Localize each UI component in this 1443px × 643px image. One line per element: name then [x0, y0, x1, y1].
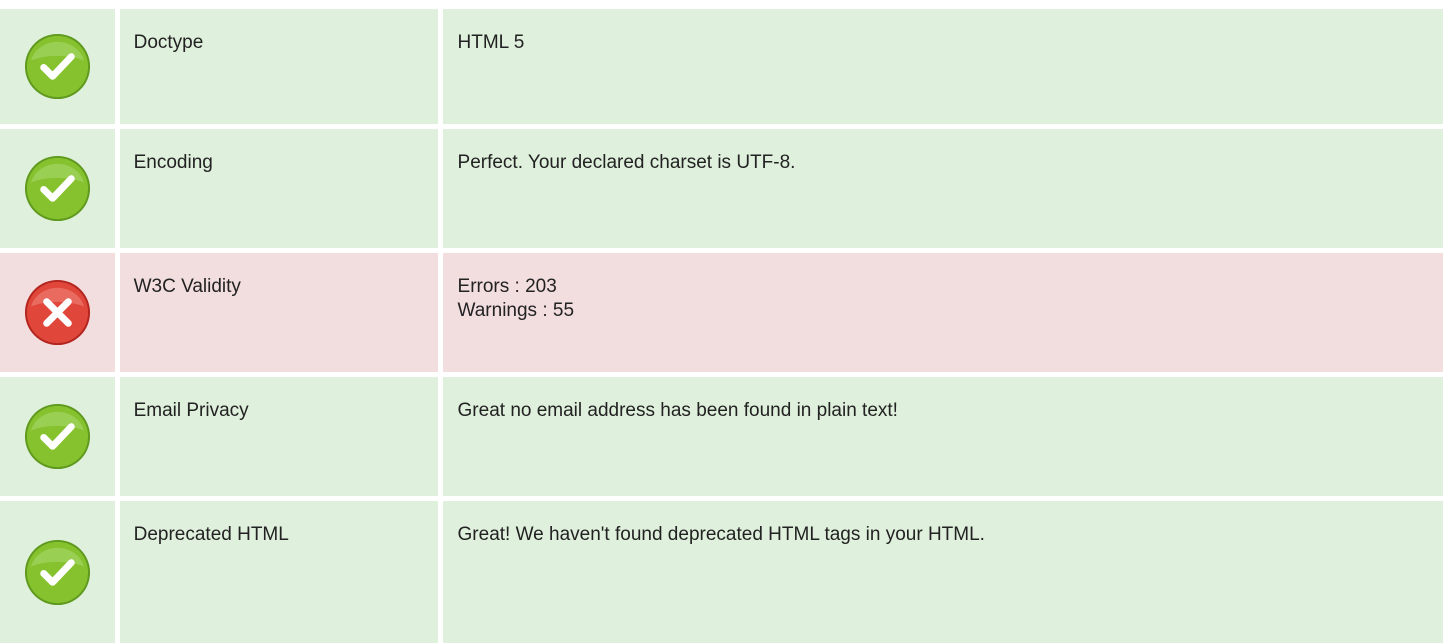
status-icon-cell: [0, 501, 115, 643]
check-value-line-errors: Errors : 203: [457, 276, 557, 297]
check-name-label: W3C Validity: [133, 276, 241, 297]
check-value: HTML 5: [442, 9, 1443, 124]
check-row-encoding: Encoding Perfect. Your declared charset …: [0, 129, 1443, 248]
check-circle-icon: [24, 33, 90, 100]
check-name-label: Doctype: [133, 32, 204, 53]
check-value-line: Perfect. Your declared charset is UTF-8.: [457, 152, 796, 173]
check-row-email-privacy: Email Privacy Great no email address has…: [0, 377, 1443, 496]
check-name: Email Privacy: [119, 377, 438, 496]
check-row-deprecated-html: Deprecated HTML Great! We haven't found …: [0, 501, 1443, 643]
status-icon-cell: [0, 253, 115, 372]
status-icon-cell: [0, 377, 115, 496]
check-value-line: HTML 5: [457, 32, 525, 53]
check-name-label: Email Privacy: [133, 400, 249, 421]
check-value-line: Great no email address has been found in…: [457, 400, 898, 421]
check-name-label: Encoding: [133, 152, 213, 173]
check-row-doctype: Doctype HTML 5: [0, 9, 1443, 124]
check-name: Encoding: [119, 129, 438, 248]
check-value: Errors : 203 Warnings : 55: [442, 253, 1443, 372]
seo-check-table: Doctype HTML 5 Encoding Perfect. Your de…: [0, 0, 1443, 643]
check-circle-icon: [24, 539, 90, 605]
check-circle-icon: [24, 403, 90, 470]
check-name: Doctype: [119, 9, 438, 124]
status-icon-cell: [0, 9, 115, 124]
check-row-w3c-validity: W3C Validity Errors : 203 Warnings : 55: [0, 253, 1443, 372]
check-circle-icon: [24, 155, 90, 222]
check-name-label: Deprecated HTML: [133, 524, 289, 545]
check-value-line: Great! We haven't found deprecated HTML …: [457, 524, 985, 545]
x-circle-icon: [24, 279, 90, 346]
check-value: Great! We haven't found deprecated HTML …: [442, 501, 1443, 643]
check-value: Perfect. Your declared charset is UTF-8.: [442, 129, 1443, 248]
check-name: W3C Validity: [119, 253, 438, 372]
check-value: Great no email address has been found in…: [442, 377, 1443, 496]
check-value-line-warnings: Warnings : 55: [457, 300, 575, 321]
status-icon-cell: [0, 129, 115, 248]
check-name: Deprecated HTML: [119, 501, 438, 643]
